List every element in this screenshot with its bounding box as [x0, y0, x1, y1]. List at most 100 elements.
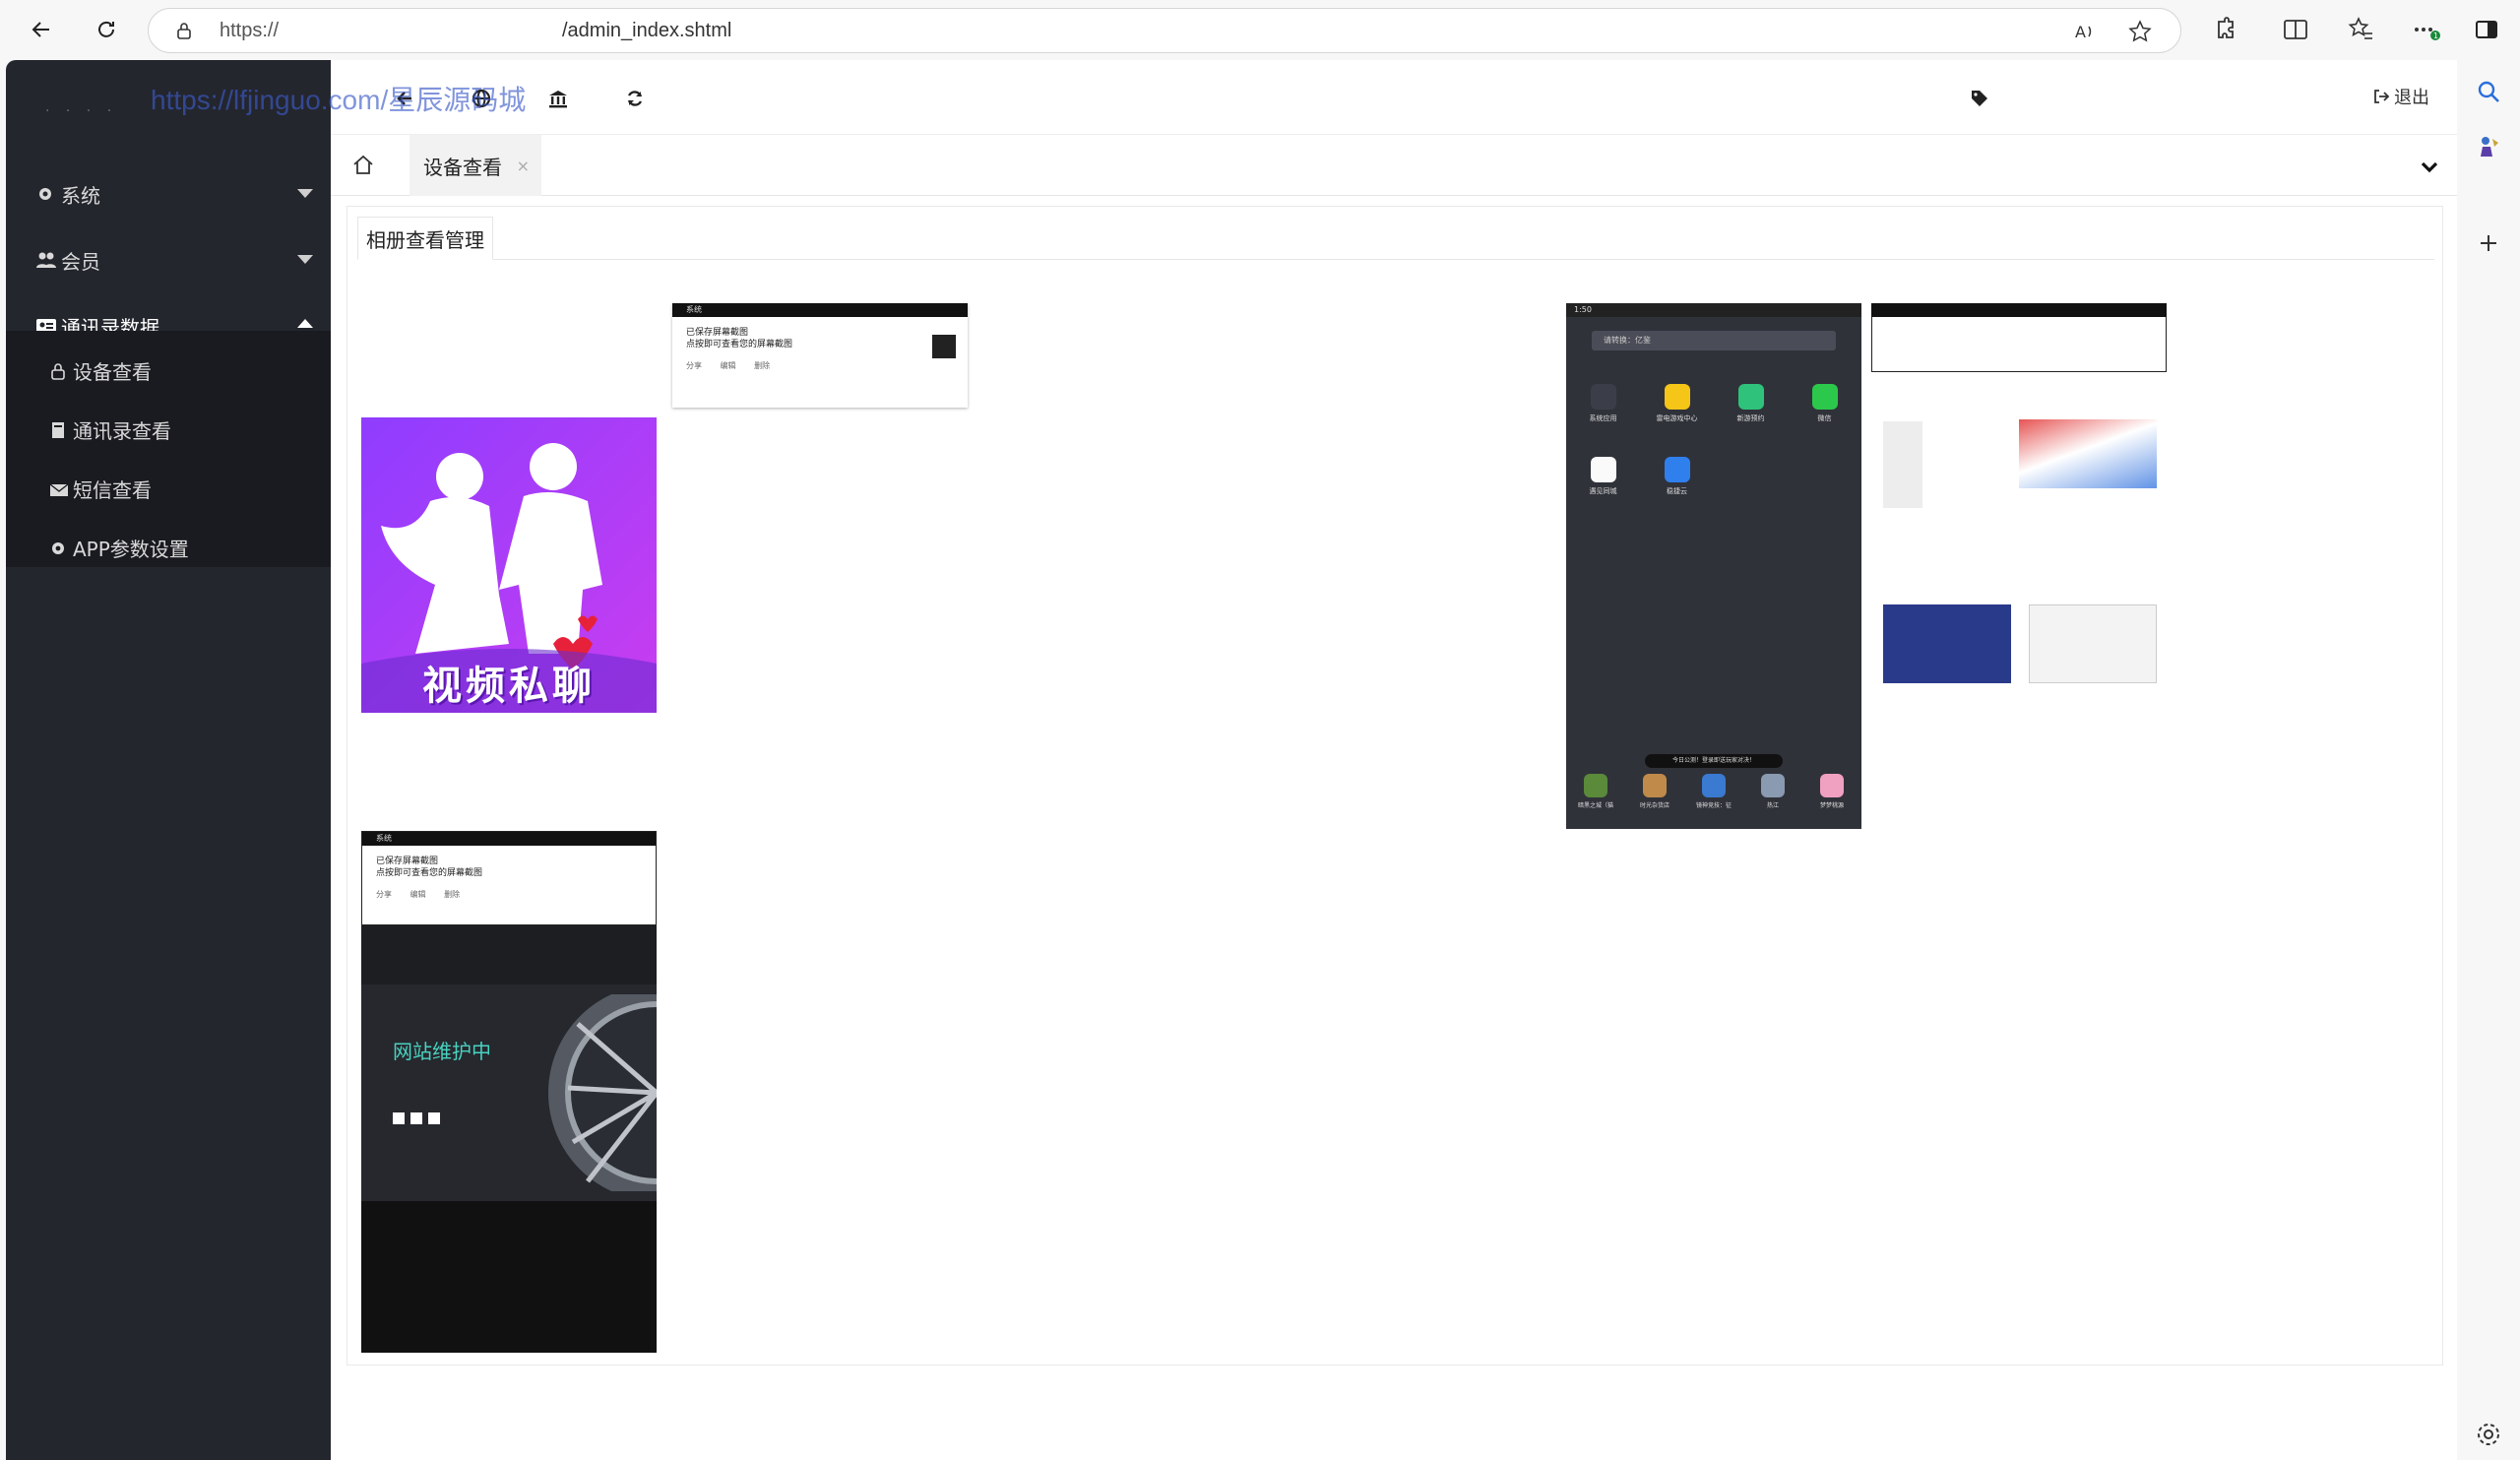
tab-label: 设备查看	[423, 155, 502, 179]
lock-icon	[49, 361, 67, 380]
sidebar-item-members[interactable]: 会员	[6, 227, 331, 292]
read-aloud-icon[interactable]: A	[2072, 19, 2098, 44]
book-icon	[49, 420, 67, 438]
app-icon-item: 遇见同城	[1576, 457, 1631, 496]
sidebar-item-system[interactable]: 系统	[6, 161, 331, 226]
top-header: 退出	[331, 60, 2457, 135]
sidebar: · · · · 系统 会员 通讯录数据 设备查看 通讯录查看 短信查看 APP参…	[6, 60, 331, 1460]
banner-title: 视频私聊	[422, 664, 596, 709]
submenu-item-device-view[interactable]: 设备查看	[49, 350, 152, 390]
blank-area	[1871, 685, 2167, 725]
chevron-down-icon	[297, 255, 313, 264]
album-photo[interactable]: 系统 已保存屏幕截图 点按即可查看您的屏幕截图 分享 编辑 删除 网站维护中	[361, 831, 657, 1353]
close-icon[interactable]: ×	[517, 157, 530, 175]
social-icons	[393, 1112, 440, 1124]
split-screen-icon[interactable]	[2280, 14, 2311, 45]
clock-image	[548, 994, 657, 1191]
app-grid-row: 系统应用 雷电游戏中心 新游预约 微信	[1566, 384, 1861, 423]
submenu-item-sms-view[interactable]: 短信查看	[49, 469, 152, 508]
app-icon-item: 稳捷云	[1650, 457, 1705, 496]
favorite-star-icon[interactable]	[2127, 19, 2153, 44]
tab-device-view[interactable]: 设备查看 ×	[410, 135, 541, 196]
app-grid-row: 遇见同城 稳捷云	[1566, 457, 1714, 496]
more-menu-icon[interactable]: 1	[2410, 14, 2441, 45]
notif-subtitle: 点按即可查看您的屏幕截图	[376, 868, 483, 878]
album-photo[interactable]: 视频私聊	[361, 417, 657, 713]
chess-icon[interactable]	[2473, 131, 2504, 162]
lock-icon	[174, 21, 194, 40]
envelope-icon	[49, 479, 69, 497]
phone-status-bar: 1:50	[1566, 303, 1861, 317]
dock-app: 暗黑之城（猫	[1568, 774, 1623, 809]
panel-tab-bar: 相册查看管理	[357, 207, 2434, 260]
logout-label: 退出	[2394, 88, 2429, 108]
dock-app: 梦梦桃源	[1804, 774, 1859, 809]
album-photo[interactable]: 系统 已保存屏幕截图 点按即可查看您的屏幕截图 分享 编辑 删除	[672, 303, 968, 408]
submenu-item-app-settings[interactable]: APP参数设置	[49, 528, 189, 567]
chevron-down-icon[interactable]	[2418, 155, 2441, 178]
maintenance-title: 网站维护中	[393, 1040, 491, 1063]
tab-album-management[interactable]: 相册查看管理	[357, 217, 493, 260]
browser-side-rail	[2457, 60, 2520, 1460]
app-icon-item: 新游预约	[1724, 384, 1779, 423]
settings-icon[interactable]	[2473, 1419, 2504, 1450]
banner-image	[2019, 419, 2157, 488]
chevron-up-icon	[297, 319, 313, 328]
album-photo[interactable]: 1:50 请转换：亿鉴 系统应用 雷电游戏中心 新游预约 微信 遇见同城 稳捷云…	[1566, 303, 1861, 829]
svg-text:1: 1	[2433, 32, 2438, 40]
notif-title: 已保存屏幕截图	[686, 328, 749, 338]
album-photo[interactable]	[1871, 303, 2167, 829]
refresh-icon[interactable]	[87, 10, 126, 49]
thumbnail	[932, 335, 956, 358]
status-bar: 系统	[362, 832, 656, 846]
bank-icon[interactable]	[547, 88, 569, 109]
submenu-item-label: APP参数设置	[73, 537, 189, 561]
sidebar-item-label: 会员	[61, 249, 100, 274]
url-prefix: https://	[220, 20, 280, 41]
back-icon[interactable]	[22, 10, 61, 49]
notification-card	[1871, 317, 2167, 372]
sidebar-image	[1883, 421, 1922, 508]
favorites-icon[interactable]	[2345, 14, 2376, 45]
tag-icon[interactable]	[1969, 88, 1990, 109]
app-icon-item: 雷电游戏中心	[1650, 384, 1705, 423]
phone-search-bar: 请转换：亿鉴	[1592, 331, 1836, 350]
sidebar-toggle-icon[interactable]	[2471, 14, 2502, 45]
phone-dock: 暗黑之城（猫 时光杂货店 镜神竞技：征 热江 梦梦桃源	[1566, 774, 1861, 809]
logo: · · · ·	[45, 103, 118, 119]
address-bar[interactable]: https:// /admin_index.shtml A	[148, 8, 2181, 53]
add-icon[interactable]	[2473, 227, 2504, 259]
notif-title: 已保存屏幕截图	[376, 857, 439, 866]
refresh-icon[interactable]	[624, 88, 646, 109]
gear-icon	[49, 539, 67, 556]
dock-app: 热江	[1745, 774, 1800, 809]
submenu-item-contacts-view[interactable]: 通讯录查看	[49, 410, 171, 449]
svg-text:A: A	[2075, 23, 2086, 41]
page-tabs: 设备查看 ×	[331, 135, 2457, 196]
submenu-item-label: 设备查看	[73, 359, 152, 384]
gear-icon	[35, 184, 55, 204]
search-icon[interactable]	[2473, 76, 2504, 107]
submenu: 设备查看 通讯录查看 短信查看 APP参数设置	[6, 331, 331, 567]
notif-subtitle: 点按即可查看您的屏幕截图	[686, 340, 793, 349]
watermark: https://lfjinguo.com/星辰源码城	[151, 85, 527, 115]
submenu-item-label: 短信查看	[73, 477, 152, 502]
maintenance-screenshot: 网站维护中	[361, 984, 657, 1201]
phone-status-bar	[1871, 303, 2167, 317]
extensions-icon[interactable]	[2209, 14, 2240, 45]
sidebar-item-label: 系统	[61, 183, 100, 208]
notif-actions: 分享 编辑 删除	[686, 361, 771, 370]
dock-app: 镜神竞技：征	[1686, 774, 1741, 809]
dock-app: 时光杂货店	[1627, 774, 1682, 809]
logout-button[interactable]: 退出	[2372, 84, 2429, 109]
game-thumbnail	[1883, 604, 2011, 683]
app-icon-item: 系统应用	[1576, 384, 1631, 423]
browser-toolbar: https:// /admin_index.shtml A 1	[0, 0, 2520, 60]
url-path: /admin_index.shtml	[562, 20, 732, 41]
users-icon	[35, 250, 56, 270]
submenu-item-label: 通讯录查看	[73, 418, 171, 443]
status-bar: 系统	[672, 303, 968, 317]
admin-app: · · · · 系统 会员 通讯录数据 设备查看 通讯录查看 短信查看 APP参…	[6, 60, 2457, 1460]
home-icon[interactable]	[350, 153, 376, 178]
phone-toast: 今日公测！登录即送玩家对决！	[1645, 754, 1783, 768]
